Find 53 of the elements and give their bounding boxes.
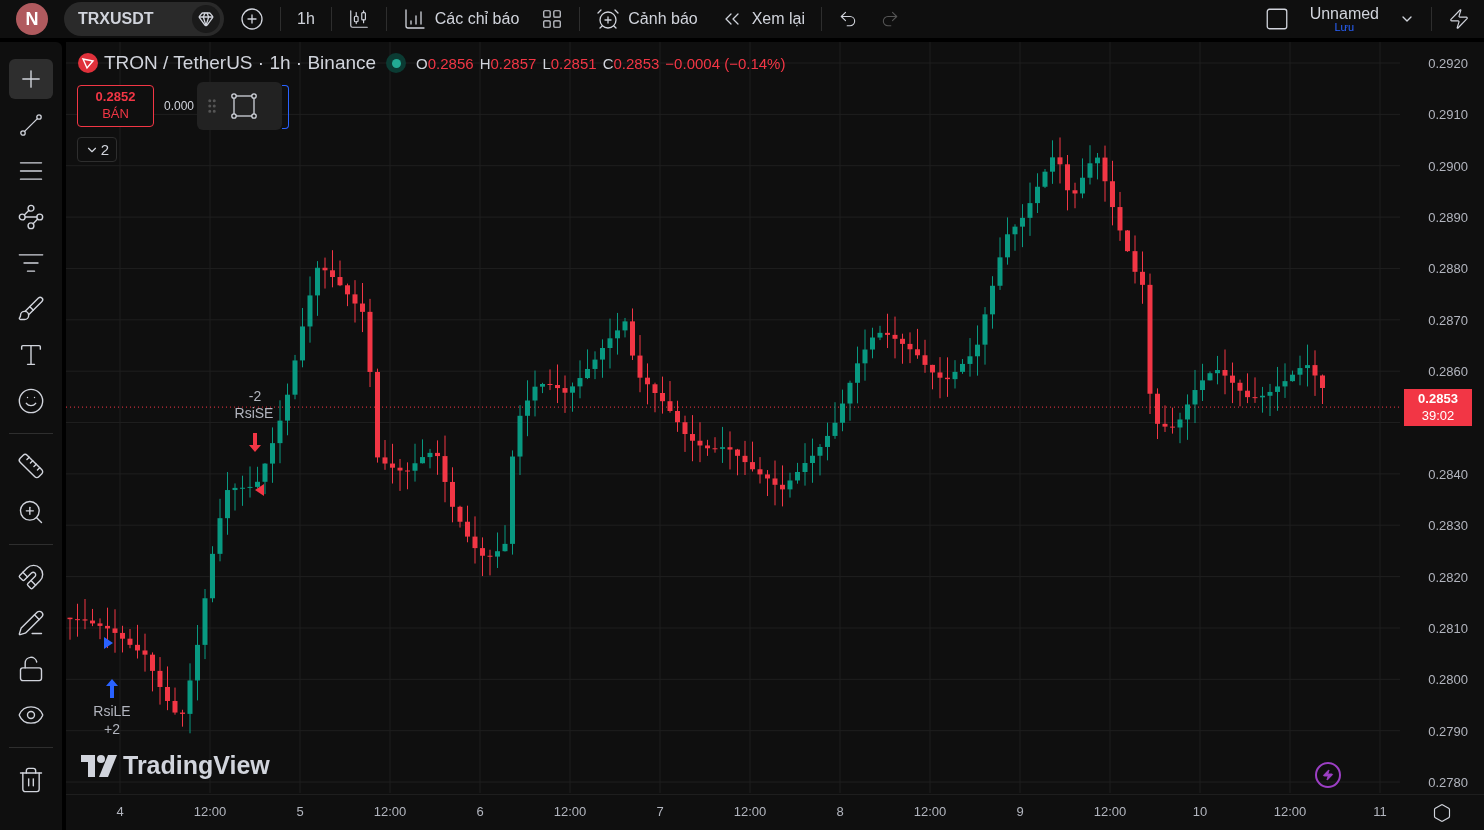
price-label: 0.2900 <box>1428 158 1468 174</box>
time-label: 12:00 <box>553 804 587 819</box>
signal-quantity: +2 <box>104 721 120 737</box>
price-label: 0.2870 <box>1428 312 1468 328</box>
time-label: 4 <box>116 804 124 819</box>
price-change: −0.0004 (−0.14%) <box>665 54 786 72</box>
time-label: 10 <box>1192 804 1208 819</box>
price-label: 0.2820 <box>1428 569 1468 585</box>
price-label: 0.2830 <box>1428 517 1468 533</box>
price-label: 0.2910 <box>1428 106 1468 122</box>
price-label: 0.2800 <box>1428 671 1468 687</box>
ohlc-value: O0.2856 <box>416 54 474 72</box>
time-label: 12:00 <box>373 804 407 819</box>
collapse-button[interactable]: 2 <box>77 137 117 162</box>
price-label: 0.2810 <box>1428 620 1468 636</box>
price-label: 0.2860 <box>1428 363 1468 379</box>
time-label: 6 <box>476 804 484 819</box>
ohlc-value: L0.2851 <box>542 54 597 72</box>
indicators-button[interactable]: Các chỉ báo <box>396 3 526 35</box>
last-price-label: 0.2853 39:02 <box>1404 389 1472 427</box>
symbol-search[interactable]: TRXUSDT <box>64 2 224 36</box>
save-link[interactable]: Lưu <box>1334 21 1355 33</box>
time-label: 8 <box>836 804 844 819</box>
time-label: 12:00 <box>1093 804 1127 819</box>
avatar[interactable]: N <box>16 3 48 35</box>
time-label: 12:00 <box>913 804 947 819</box>
symbol-title: TRON / TetherUS · 1h · Binance <box>104 52 377 74</box>
price-label: 0.2780 <box>1428 774 1468 790</box>
time-label: 12:00 <box>733 804 767 819</box>
time-label: 9 <box>1016 804 1024 819</box>
time-label: 11 <box>1373 804 1387 819</box>
time-label: 5 <box>296 804 304 819</box>
time-label: 12:00 <box>1273 804 1307 819</box>
sell-button[interactable]: 0.2852 BÁN <box>77 85 154 127</box>
price-label: 0.2840 <box>1428 466 1468 482</box>
price-label: 0.2790 <box>1428 723 1468 739</box>
layout-name: Unnamed <box>1309 5 1379 22</box>
interval-button[interactable]: 1h <box>291 6 321 32</box>
price-label: 0.2920 <box>1428 55 1468 71</box>
time-label: 12:00 <box>193 804 227 819</box>
logo-text: TradingView <box>123 751 270 780</box>
signal-label: RsiLE <box>93 703 131 719</box>
price-label: 0.2880 <box>1428 260 1468 276</box>
ohlc-value: C0.2853 <box>602 54 660 72</box>
signal-quantity: -2 <box>248 388 262 404</box>
signal-label: RsiSE <box>234 405 274 421</box>
alerts-button[interactable]: Cảnh báo <box>590 3 704 35</box>
time-label: 7 <box>656 804 664 819</box>
price-label: 0.2890 <box>1428 209 1468 225</box>
replay-button[interactable]: Xem lại <box>713 3 812 35</box>
layout-name-button[interactable]: Unnamed Lưu <box>1305 5 1383 33</box>
spread-value: 0.000 <box>164 99 195 113</box>
ohlc-value: H0.2857 <box>479 54 537 72</box>
